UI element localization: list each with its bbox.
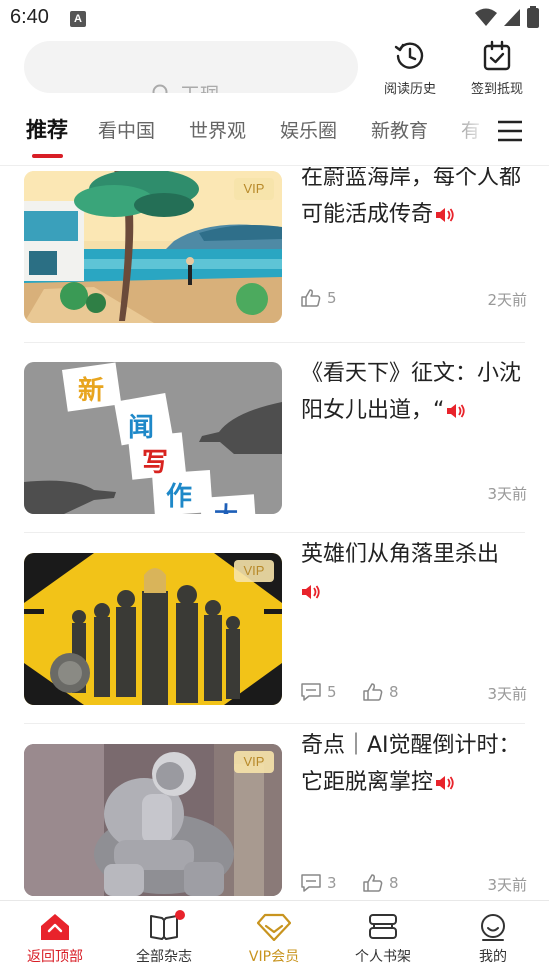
status-icons (475, 6, 539, 28)
nav-label: 返回顶部 (27, 949, 83, 965)
checkin-label: 签到抵现 (470, 82, 523, 97)
checkin-calendar-icon (483, 40, 511, 71)
article-thumbnail: VIP (24, 744, 282, 896)
tab-entertainment[interactable]: 娱乐圈 (280, 116, 337, 143)
home-top-icon (41, 914, 69, 940)
wifi-icon (475, 8, 497, 26)
search-input[interactable]: 王珮 (24, 41, 358, 93)
nav-bookshelf[interactable]: 个人书架 (338, 901, 428, 977)
comment-count[interactable]: 5 (301, 683, 337, 701)
article-time: 3天前 (487, 685, 527, 703)
reading-history-label: 阅读历史 (383, 82, 436, 97)
comment-icon (301, 874, 321, 892)
comment-count[interactable]: 3 (301, 874, 337, 892)
search-icon (152, 84, 168, 93)
like-count[interactable]: 8 (363, 683, 399, 701)
thumbs-up-icon (301, 289, 321, 307)
article-meta: 5 8 3天前 (301, 683, 527, 705)
article-card[interactable]: 新 闻 写 作 大 《看天下》征文：小沈阳女儿出道，“ 3天前 (24, 343, 527, 533)
notification-dot (175, 910, 185, 920)
article-meta: 3天前 (301, 483, 527, 505)
audio-speaker-icon[interactable] (435, 775, 455, 791)
audio-speaker-icon[interactable] (435, 207, 455, 223)
thumb-word: 大 (214, 496, 238, 514)
notification-icon: A (70, 11, 86, 27)
reading-history-button[interactable]: 阅读历史 (375, 40, 445, 97)
like-count[interactable]: 5 (301, 289, 337, 307)
vip-badge: VIP (234, 751, 274, 773)
article-thumbnail: VIP (24, 553, 282, 705)
thumb-word: 闻 (128, 413, 155, 443)
vip-badge: VIP (234, 560, 274, 582)
article-thumbnail: VIP (24, 171, 282, 323)
audio-speaker-icon[interactable] (301, 584, 321, 600)
signal-icon (504, 9, 520, 26)
profile-smile-icon (481, 914, 505, 941)
tab-china[interactable]: 看中国 (98, 116, 155, 143)
article-card[interactable]: VIP 奇点｜AI觉醒倒计时：它距脱离掌控 3 8 3天前 (24, 725, 527, 900)
bookshelf-icon (369, 914, 397, 939)
article-title: 《看天下》征文：小沈阳女儿出道，“ (301, 361, 522, 423)
thumb-word: 写 (142, 448, 169, 478)
thumbs-up-icon (363, 683, 383, 701)
article-card[interactable]: VIP 在蔚蓝海岸，每个人都可能活成传奇 5 2天前 (24, 167, 527, 343)
thumbs-up-icon (363, 874, 383, 892)
article-time: 3天前 (487, 485, 527, 503)
battery-icon (527, 6, 539, 28)
bottom-nav: 返回顶部 全部杂志 VIP会员 个人书架 我的 (0, 900, 549, 977)
nav-vip-member[interactable]: VIP会员 (229, 901, 319, 977)
nav-label: 个人书架 (355, 949, 411, 965)
thumb-word: 作 (166, 482, 193, 512)
divider (24, 532, 525, 533)
tabs-fade (440, 110, 549, 165)
history-clock-icon (394, 42, 424, 69)
article-title: 奇点｜AI觉醒倒计时：它距脱离掌控 (301, 733, 521, 795)
article-card[interactable]: VIP 英雄们从角落里杀出 5 8 3天前 (24, 534, 527, 724)
tab-education[interactable]: 新教育 (371, 116, 428, 143)
vip-diamond-icon (257, 913, 291, 941)
article-thumbnail: 新 闻 写 作 大 (24, 362, 282, 514)
menu-icon[interactable] (497, 118, 523, 144)
nav-profile[interactable]: 我的 (448, 901, 538, 977)
article-title: 英雄们从角落里杀出 (301, 536, 527, 610)
category-tabs: 推荐 看中国 世界观 娱乐圈 新教育 有 (0, 110, 549, 166)
nav-all-magazines[interactable]: 全部杂志 (119, 901, 209, 977)
checkin-button[interactable]: 签到抵现 (462, 40, 532, 97)
status-bar: 6:40 A (0, 0, 549, 36)
article-meta: 3 8 3天前 (301, 874, 527, 896)
divider (24, 723, 525, 724)
article-title: 在蔚蓝海岸，每个人都可能活成传奇 (301, 167, 522, 227)
tab-recommend[interactable]: 推荐 (26, 114, 68, 144)
thumb-word: 新 (78, 376, 105, 406)
article-time: 3天前 (487, 876, 527, 894)
article-feed[interactable]: VIP 在蔚蓝海岸，每个人都可能活成传奇 5 2天前 新 闻 写 作 《看天下》… (0, 167, 549, 900)
nav-label: 我的 (479, 949, 507, 965)
active-tab-indicator (32, 154, 63, 158)
nav-back-to-top[interactable]: 返回顶部 (10, 901, 100, 977)
like-count[interactable]: 8 (363, 874, 399, 892)
audio-speaker-icon[interactable] (446, 403, 466, 419)
article-meta: 5 2天前 (301, 289, 527, 311)
nav-label: 全部杂志 (136, 949, 192, 965)
article-time: 2天前 (487, 291, 527, 309)
search-placeholder: 王珮 (180, 79, 220, 93)
comment-icon (301, 683, 321, 701)
status-time: 6:40 (10, 6, 49, 28)
magazine-icon (150, 915, 178, 940)
vip-badge: VIP (234, 178, 274, 200)
nav-label: VIP会员 (248, 949, 300, 965)
tab-world-view[interactable]: 世界观 (189, 116, 246, 143)
